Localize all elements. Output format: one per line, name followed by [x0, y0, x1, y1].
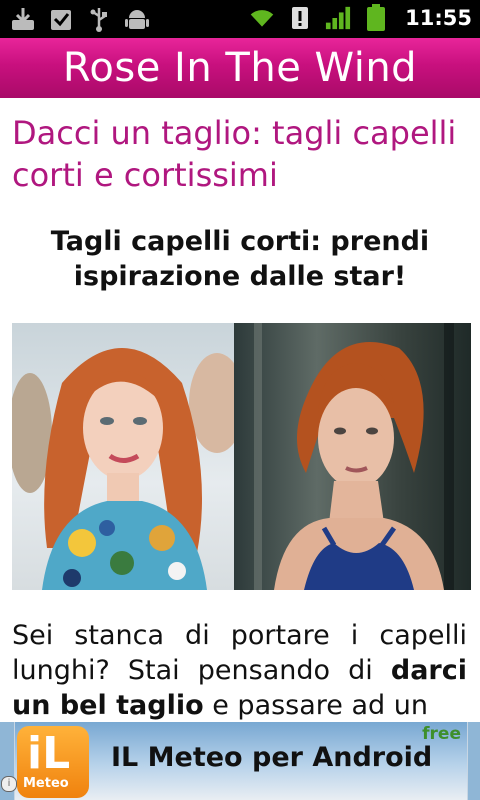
ad-text: IL Meteo per Android — [111, 742, 433, 773]
article-title: Dacci un taglio: tagli capelli corti e c… — [12, 114, 457, 194]
article-content[interactable]: Dacci un taglio: tagli capelli corti e c… — [0, 98, 480, 722]
ad-logo-caption: Meteo — [23, 776, 69, 791]
download-icon — [10, 5, 36, 33]
alert-icon — [287, 4, 313, 32]
ad-banner[interactable]: iL Meteo IL Meteo per Android free i — [0, 722, 480, 800]
app-header: Rose In The Wind — [0, 38, 480, 98]
photo-long-hair — [12, 323, 234, 590]
clock: 11:55 — [405, 6, 472, 30]
article-subtitle: Tagli capelli corti: prendi ispirazione … — [50, 226, 430, 292]
usb-icon — [86, 5, 112, 33]
ad-banner-content[interactable]: iL Meteo IL Meteo per Android free — [14, 722, 468, 800]
body-text-part2: e passare ad un — [203, 690, 428, 721]
ad-logo-letters: iL — [27, 728, 71, 779]
ad-free-badge: free — [422, 724, 461, 744]
photo-short-hair — [234, 323, 471, 590]
android-debug-icon — [124, 5, 150, 33]
task-check-icon — [48, 5, 74, 33]
ilmeteo-logo: iL Meteo — [17, 726, 89, 798]
app-title: Rose In The Wind — [62, 45, 418, 91]
article-body: Sei stanca di portare i capelli lunghi? … — [12, 618, 467, 722]
status-bar: 11:55 — [0, 0, 480, 38]
wifi-icon — [249, 4, 275, 32]
ad-info-icon[interactable]: i — [1, 776, 17, 792]
battery-icon — [363, 4, 389, 32]
article-photo[interactable] — [12, 323, 471, 590]
signal-icon — [325, 4, 351, 32]
